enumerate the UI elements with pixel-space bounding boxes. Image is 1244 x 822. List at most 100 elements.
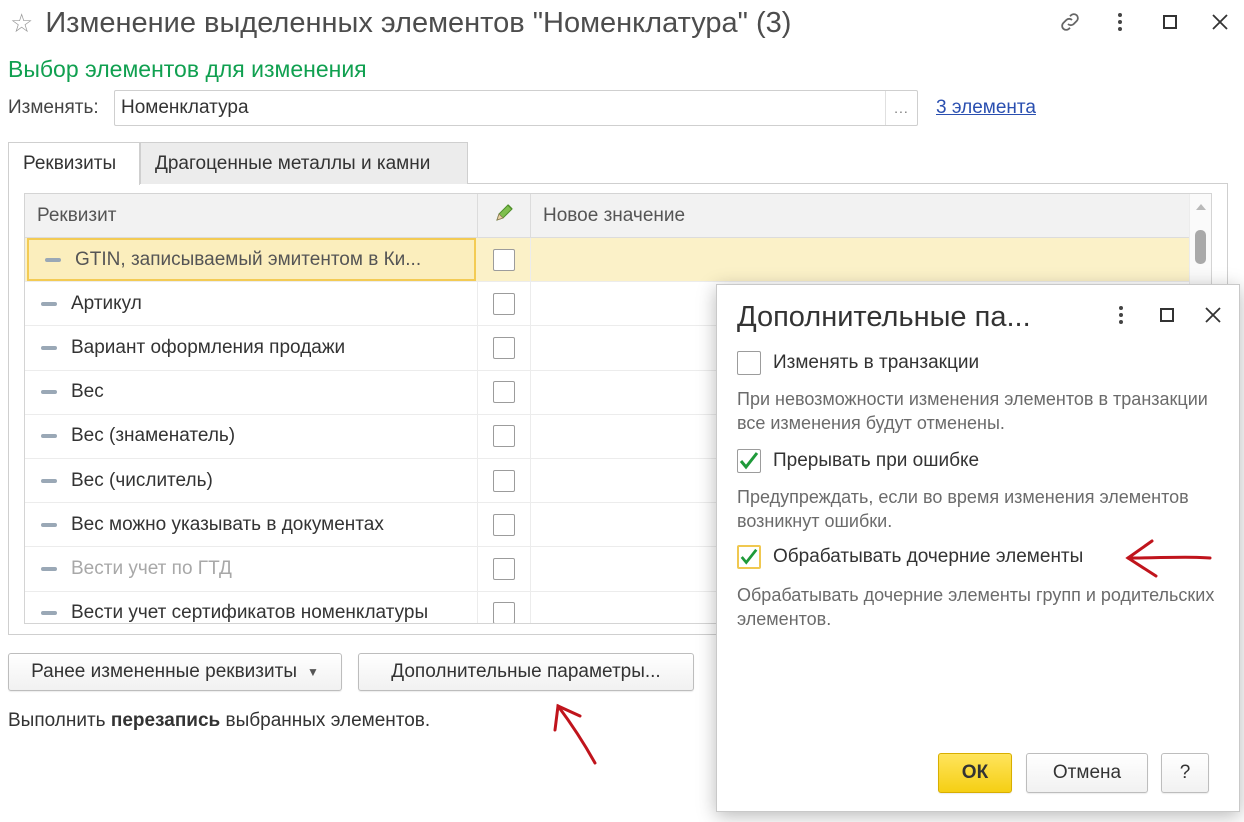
dialog-controls [1107,301,1227,329]
row-edit-cell [478,547,531,591]
row-label: Вести учет сертификатов номенклатуры [71,602,429,624]
dash-icon [41,522,57,527]
process-children-checkbox[interactable] [737,545,761,569]
row-name-cell: Вести учет сертификатов номенклатуры [25,591,478,624]
previous-requisites-label: Ранее измененные реквизиты [31,661,297,682]
scroll-up-icon[interactable] [1196,204,1206,210]
option-stop-on-error-description: Предупреждать, если во время изменения э… [737,487,1189,531]
help-button[interactable]: ? [1161,753,1209,793]
dash-icon [45,257,61,262]
row-checkbox[interactable] [493,381,515,404]
dash-icon [41,566,57,571]
row-name-cell: Вес (знаменатель) [25,414,478,458]
row-checkbox[interactable] [493,469,515,492]
row-edit-cell [478,591,531,623]
row-edit-cell [478,326,531,370]
dash-icon [41,390,57,395]
window-controls [1056,4,1234,40]
option-process-children-description: Обрабатывать дочерние элементы групп и р… [737,585,1215,629]
row-label: Вариант оформления продажи [71,336,346,358]
row-label: GTIN, записываемый эмитентом в Ки... [75,248,422,270]
row-label: Вес (числитель) [71,469,213,491]
additional-parameters-button[interactable]: Дополнительные параметры... [358,653,694,691]
row-name-cell: GTIN, записываемый эмитентом в Ки... [27,238,476,282]
row-edit-cell [478,238,531,282]
footer-note-bold: перезапись [110,710,221,731]
option-stop-on-error[interactable]: Прерывать при ошибке [737,449,979,473]
option-process-children-label: Обрабатывать дочерние элементы [773,546,1084,567]
column-header-edit[interactable] [478,194,531,238]
option-transaction-description: При невозможности изменения элементов в … [737,389,1208,433]
row-label: Вести учет по ГТД [71,557,232,579]
change-field-value[interactable]: Номенклатура [115,91,885,125]
check-icon [739,452,759,470]
row-label: Вес (знаменатель) [71,425,236,447]
scroll-thumb[interactable] [1195,230,1206,264]
row-checkbox[interactable] [493,602,515,623]
dash-icon [41,345,57,350]
row-name-cell: Вес [25,370,478,414]
row-edit-cell [478,282,531,326]
change-field[interactable]: Номенклатура ... [114,90,918,126]
row-name-cell: Вес (числитель) [25,458,478,503]
window-title-bar: ☆ Изменение выделенных элементов "Номенк… [10,4,791,42]
footer-note: Выполнить перезапись выбранных элементов… [8,710,430,732]
option-transaction[interactable]: Изменять в транзакции [737,351,979,375]
cancel-button[interactable]: Отмена [1026,753,1148,793]
row-edit-cell [478,414,531,458]
column-header-requisite[interactable]: Реквизит [25,194,478,238]
table-header: Реквизит Новое значение [25,194,1189,238]
previous-requisites-button[interactable]: Ранее измененные реквизиты ▼ [8,653,342,691]
more-vertical-icon[interactable] [1106,8,1134,36]
footer-note-after: выбранных элементов. [220,710,431,731]
row-checkbox[interactable] [493,513,515,536]
column-header-new-value[interactable]: Новое значение [531,194,1191,238]
option-transaction-label: Изменять в транзакции [773,352,980,373]
window-title: Изменение выделенных элементов "Номенкла… [45,6,792,39]
change-label: Изменять: [8,97,99,118]
dash-icon [41,478,57,483]
close-icon[interactable] [1206,8,1234,36]
star-icon[interactable]: ☆ [10,10,33,36]
row-checkbox[interactable] [493,557,515,580]
arrow-to-additional-parameters [553,703,597,765]
transaction-checkbox[interactable] [737,351,761,375]
dialog-title: Дополнительные па... [737,301,1031,333]
row-checkbox[interactable] [493,425,515,448]
ok-button[interactable]: ОК [938,753,1012,793]
pencil-icon [493,202,515,230]
elements-count-link[interactable]: 3 элемента [936,97,1036,119]
row-name-cell: Вес можно указывать в документах [25,503,478,547]
choose-button[interactable]: ... [885,91,917,125]
row-checkbox[interactable] [493,248,515,271]
close-icon[interactable] [1199,301,1227,329]
dash-icon [41,611,57,616]
more-vertical-icon[interactable] [1107,301,1135,329]
row-name-cell: Артикул [25,282,478,326]
additional-parameters-dialog: Дополнительные па... Изменять в транзакц… [716,284,1240,812]
row-edit-cell [478,370,531,414]
check-icon [740,548,758,565]
row-name-cell: Вести учет по ГТД [25,547,478,591]
section-title: Выбор элементов для изменения [8,56,367,82]
row-edit-cell [478,503,531,547]
footer-note-before: Выполнить [8,710,111,731]
maximize-icon[interactable] [1153,301,1181,329]
dash-icon [41,434,57,439]
option-process-children[interactable]: Обрабатывать дочерние элементы [737,545,1083,569]
tab-requisites[interactable]: Реквизиты [8,142,140,185]
row-checkbox[interactable] [493,292,515,315]
row-edit-cell [478,458,531,503]
dash-icon [41,301,57,306]
tab-precious-metals[interactable]: Драгоценные металлы и камни [140,142,468,184]
stop-on-error-checkbox[interactable] [737,449,761,473]
row-checkbox[interactable] [493,336,515,359]
row-label: Вес [71,381,104,403]
row-label: Вес можно указывать в документах [71,513,384,535]
maximize-icon[interactable] [1156,8,1184,36]
link-icon[interactable] [1056,8,1084,36]
option-stop-on-error-label: Прерывать при ошибке [773,450,980,471]
table-row[interactable]: GTIN, записываемый эмитентом в Ки... [25,238,1189,283]
dropdown-caret-icon: ▼ [306,665,319,679]
row-label: Артикул [71,292,142,314]
